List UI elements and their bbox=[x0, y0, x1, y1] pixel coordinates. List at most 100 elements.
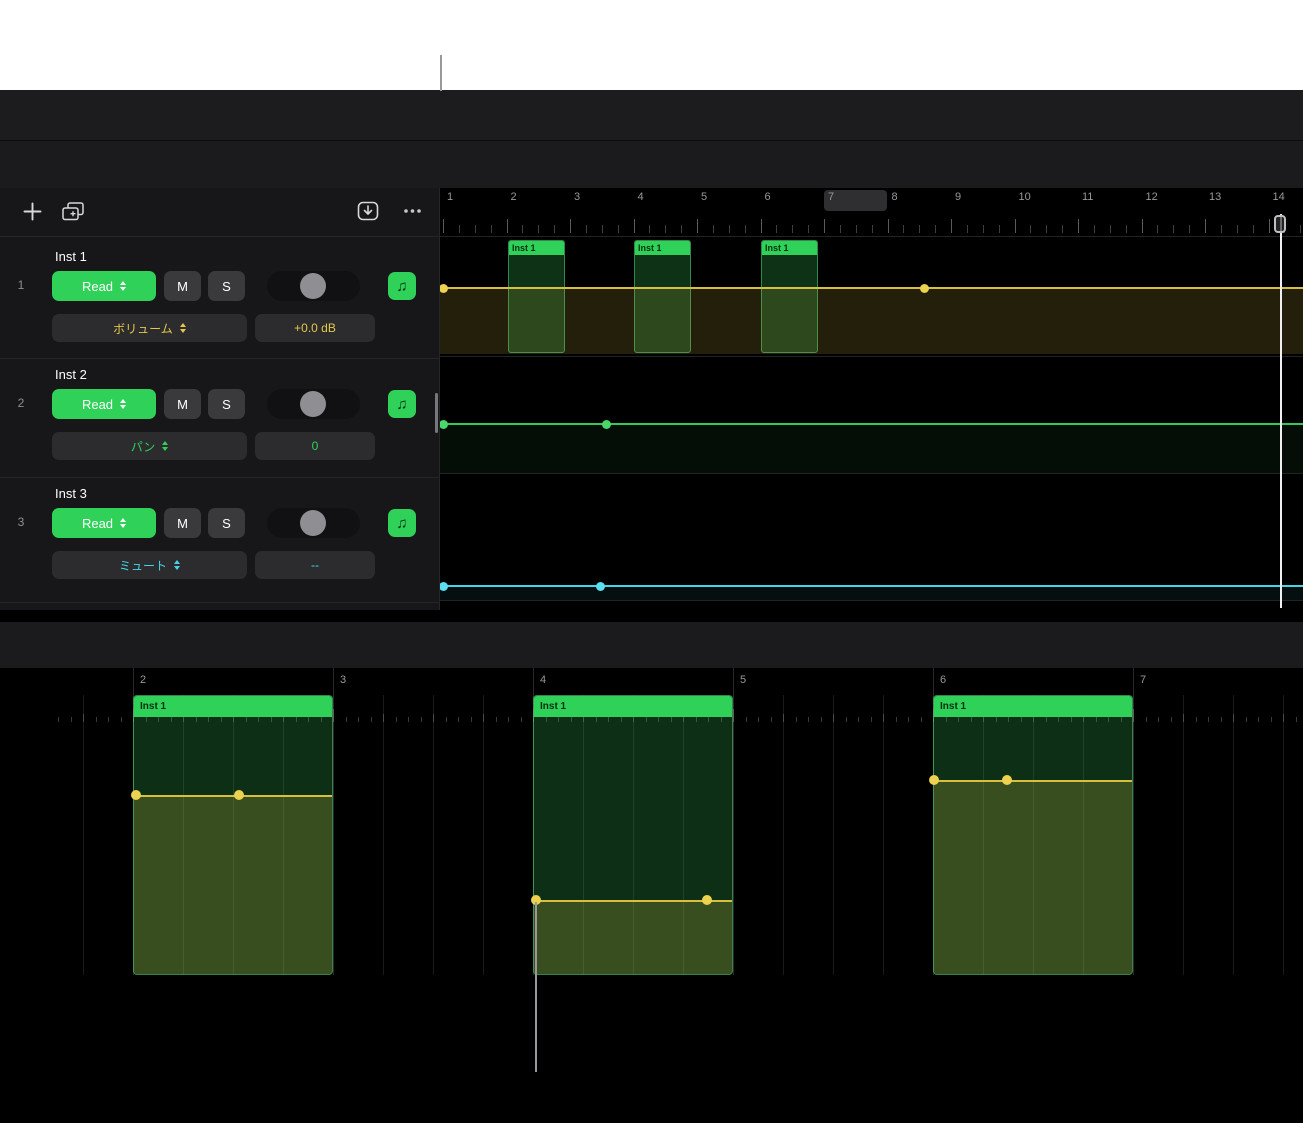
main-toolbar: Fireworks bbox=[0, 90, 1303, 140]
ruler-tick bbox=[346, 717, 347, 722]
automation-line[interactable] bbox=[934, 780, 1132, 782]
ruler-tick bbox=[846, 717, 847, 722]
automation-point[interactable] bbox=[234, 790, 244, 800]
slider-knob[interactable] bbox=[300, 391, 326, 417]
midi-region[interactable]: Inst 1 bbox=[933, 695, 1133, 975]
ruler-tick bbox=[872, 225, 873, 233]
ruler-tick bbox=[951, 219, 952, 233]
import-button[interactable] bbox=[355, 198, 381, 224]
instrument-button[interactable]: ♫ bbox=[388, 272, 416, 300]
parameter-dropdown[interactable]: パン bbox=[52, 432, 247, 460]
import-icon bbox=[357, 201, 379, 221]
add-track-button[interactable] bbox=[20, 198, 44, 224]
track-slider[interactable] bbox=[267, 271, 360, 301]
mute-button[interactable]: M bbox=[164, 389, 201, 419]
automation-point[interactable] bbox=[929, 775, 939, 785]
ruler-tick bbox=[883, 714, 884, 722]
automation-line[interactable] bbox=[134, 795, 332, 797]
solo-button[interactable]: S bbox=[208, 389, 245, 419]
automation-mode-dropdown[interactable]: Read bbox=[52, 389, 156, 419]
track-header-panel: Inst 1 1 Read M S ♫ ボリューム +0.0 dB Inst 2… bbox=[0, 188, 440, 610]
midi-region[interactable]: Inst 1 bbox=[133, 695, 333, 975]
ruler-tick bbox=[634, 219, 635, 233]
ruler-tick bbox=[1030, 225, 1031, 233]
slider-knob[interactable] bbox=[300, 273, 326, 299]
updown-icon bbox=[174, 560, 180, 571]
lane-separator bbox=[440, 356, 1303, 357]
midi-region[interactable]: Inst 1 bbox=[533, 695, 733, 975]
ruler-tick bbox=[697, 219, 698, 233]
ruler-tick bbox=[1078, 219, 1079, 233]
track-lanes-area[interactable]: 1234567891011121314Inst 1Inst 1Inst 1 bbox=[440, 188, 1303, 610]
note-icon: ♫ bbox=[396, 396, 407, 413]
bar-number: 2 bbox=[140, 674, 146, 686]
automation-point[interactable] bbox=[440, 284, 448, 293]
ruler-tick bbox=[1094, 225, 1095, 233]
parameter-value[interactable]: 0 bbox=[255, 432, 375, 460]
ruler-tick bbox=[570, 219, 571, 233]
ruler-tick bbox=[433, 714, 434, 722]
automation-mode-value: Read bbox=[82, 397, 113, 412]
automation-point[interactable] bbox=[596, 582, 605, 591]
automation-line[interactable] bbox=[440, 423, 1303, 425]
parameter-dropdown[interactable]: ボリューム bbox=[52, 314, 247, 342]
ruler-tick bbox=[71, 717, 72, 722]
automation-point[interactable] bbox=[920, 284, 929, 293]
parameter-value[interactable]: -- bbox=[255, 551, 375, 579]
bar-number: 14 bbox=[1273, 191, 1285, 203]
track-name[interactable]: Inst 2 bbox=[55, 367, 87, 382]
solo-button[interactable]: S bbox=[208, 508, 245, 538]
automation-point[interactable] bbox=[1002, 775, 1012, 785]
slider-knob[interactable] bbox=[300, 510, 326, 536]
mute-button[interactable]: M bbox=[164, 508, 201, 538]
parameter-value[interactable]: +0.0 dB bbox=[255, 314, 375, 342]
track-name[interactable]: Inst 3 bbox=[55, 486, 87, 501]
ruler-tick bbox=[1189, 225, 1190, 233]
bar-number: 11 bbox=[1082, 191, 1093, 203]
ruler-tick bbox=[896, 717, 897, 722]
track-slider[interactable] bbox=[267, 508, 360, 538]
automation-line[interactable] bbox=[440, 585, 1303, 587]
callout-line bbox=[440, 55, 442, 91]
track-more-button[interactable] bbox=[399, 202, 425, 220]
parameter-dropdown[interactable]: ミュート bbox=[52, 551, 247, 579]
track-number: 2 bbox=[0, 396, 42, 410]
ruler-tick bbox=[1271, 717, 1272, 722]
bar-number: 6 bbox=[765, 191, 771, 203]
track-slider[interactable] bbox=[267, 389, 360, 419]
automation-editor-area[interactable]: 234567Inst 1Inst 1Inst 1 bbox=[0, 668, 1303, 975]
automation-point[interactable] bbox=[602, 420, 611, 429]
automation-mode-dropdown[interactable]: Read bbox=[52, 508, 156, 538]
ruler-tick bbox=[554, 225, 555, 233]
grid-line bbox=[383, 695, 384, 975]
ruler-tick bbox=[521, 717, 522, 722]
automation-point[interactable] bbox=[440, 420, 448, 429]
updown-icon bbox=[162, 441, 168, 452]
duplicate-track-button[interactable] bbox=[60, 199, 86, 223]
track-name[interactable]: Inst 1 bbox=[55, 249, 87, 264]
solo-button[interactable]: S bbox=[208, 271, 245, 301]
automation-line[interactable] bbox=[440, 287, 1303, 289]
bar-number: 13 bbox=[1209, 191, 1221, 203]
ruler-tick bbox=[371, 717, 372, 722]
ruler-tick bbox=[108, 717, 109, 722]
mute-button[interactable]: M bbox=[164, 271, 201, 301]
playhead[interactable] bbox=[1280, 214, 1282, 608]
automation-point[interactable] bbox=[131, 790, 141, 800]
instrument-button[interactable]: ♫ bbox=[388, 509, 416, 537]
ruler-tick bbox=[821, 717, 822, 722]
ruler-tick bbox=[1183, 714, 1184, 722]
ruler-tick bbox=[1221, 225, 1222, 233]
ruler-tick bbox=[758, 717, 759, 722]
ruler-tick bbox=[1171, 717, 1172, 722]
playhead-handle[interactable] bbox=[1274, 215, 1286, 233]
automation-point[interactable] bbox=[702, 895, 712, 905]
grid-line bbox=[433, 695, 434, 975]
automation-mode-dropdown[interactable]: Read bbox=[52, 271, 156, 301]
automation-fill bbox=[134, 796, 332, 974]
instrument-button[interactable]: ♫ bbox=[388, 390, 416, 418]
ruler-tick bbox=[1269, 219, 1270, 233]
scrollbar-thumb[interactable] bbox=[435, 393, 438, 433]
ruler-tick bbox=[808, 225, 809, 233]
automation-point[interactable] bbox=[440, 582, 448, 591]
